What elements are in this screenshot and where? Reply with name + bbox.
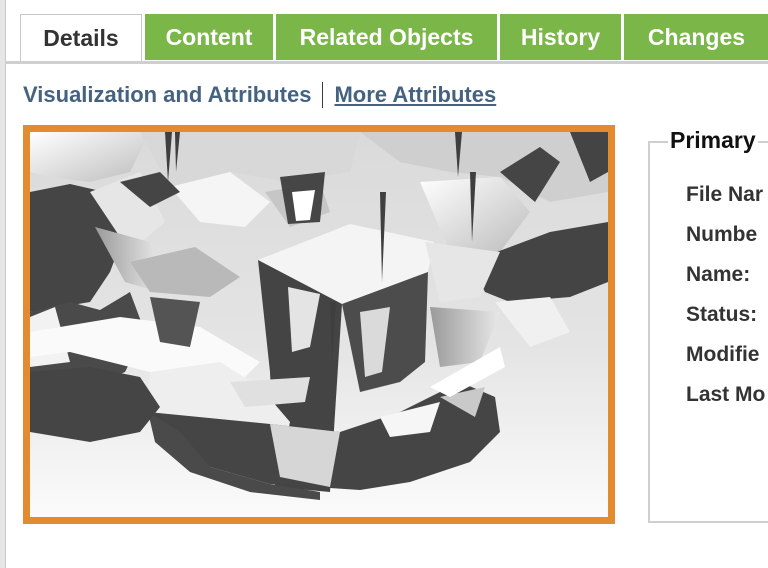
- visualization-and-attributes-label[interactable]: Visualization and Attributes: [23, 82, 311, 108]
- name-label: Name:: [686, 263, 751, 286]
- number-label: Numbe: [686, 223, 758, 246]
- status-label: Status:: [686, 303, 758, 326]
- 3d-visualization-viewer[interactable]: [23, 125, 615, 524]
- primary-attributes-title: Primary: [668, 127, 758, 154]
- tab-related-objects[interactable]: Related Objects: [276, 14, 497, 60]
- file-name-label: File Nar: [686, 183, 764, 206]
- left-edge-rule: [0, 0, 6, 568]
- subnav-divider: [322, 82, 324, 108]
- modified-label: Modifie: [686, 343, 760, 366]
- tab-bar: Details Content Related Objects History …: [20, 14, 768, 64]
- more-attributes-link[interactable]: More Attributes: [334, 82, 496, 108]
- 3d-model-render[interactable]: [30, 132, 608, 517]
- tab-underline: [5, 61, 768, 64]
- last-modified-label: Last Mo: [686, 383, 766, 406]
- tab-history[interactable]: History: [500, 14, 621, 60]
- tab-content[interactable]: Content: [145, 14, 273, 60]
- tab-details[interactable]: Details: [20, 14, 142, 64]
- tab-changes[interactable]: Changes: [624, 14, 768, 60]
- sub-navigation: Visualization and Attributes More Attrib…: [23, 82, 496, 108]
